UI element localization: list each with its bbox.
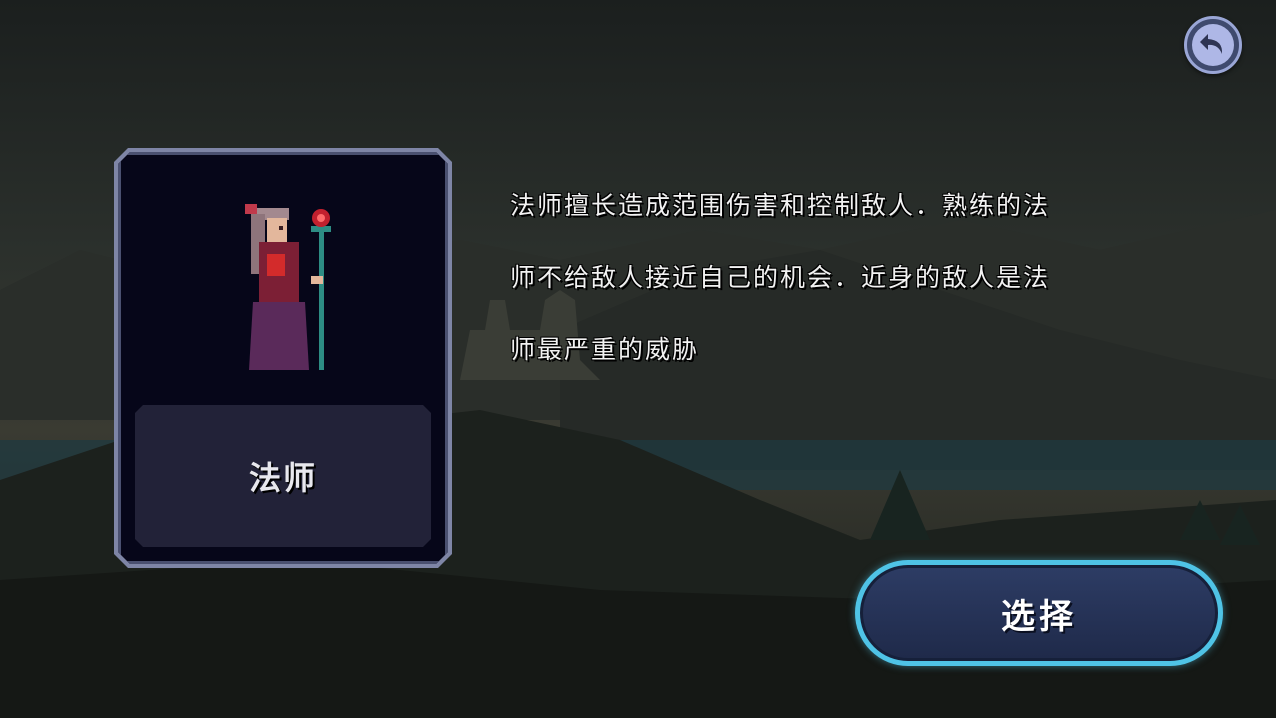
description-line: 师最严重的威胁: [510, 335, 700, 364]
back-button[interactable]: [1184, 16, 1242, 74]
description-line: 师不给敌人接近自己的机会．近身的敌人是法: [510, 263, 1051, 292]
select-button-label: 选择: [1001, 596, 1077, 637]
character-name: 法师: [248, 459, 317, 497]
select-button[interactable]: 选择: [855, 560, 1223, 666]
character-description: 法师擅长造成范围伤害和控制敌人．熟练的法 师不给敌人接近自己的机会．近身的敌人是…: [510, 152, 1160, 404]
mage-portrait: [241, 200, 341, 372]
character-name-plate: 法师: [135, 405, 431, 547]
description-line: 法师擅长造成范围伤害和控制敌人．熟练的法: [510, 191, 1051, 220]
character-card[interactable]: 法师: [118, 152, 448, 564]
undo-arrow-icon: [1200, 34, 1223, 54]
